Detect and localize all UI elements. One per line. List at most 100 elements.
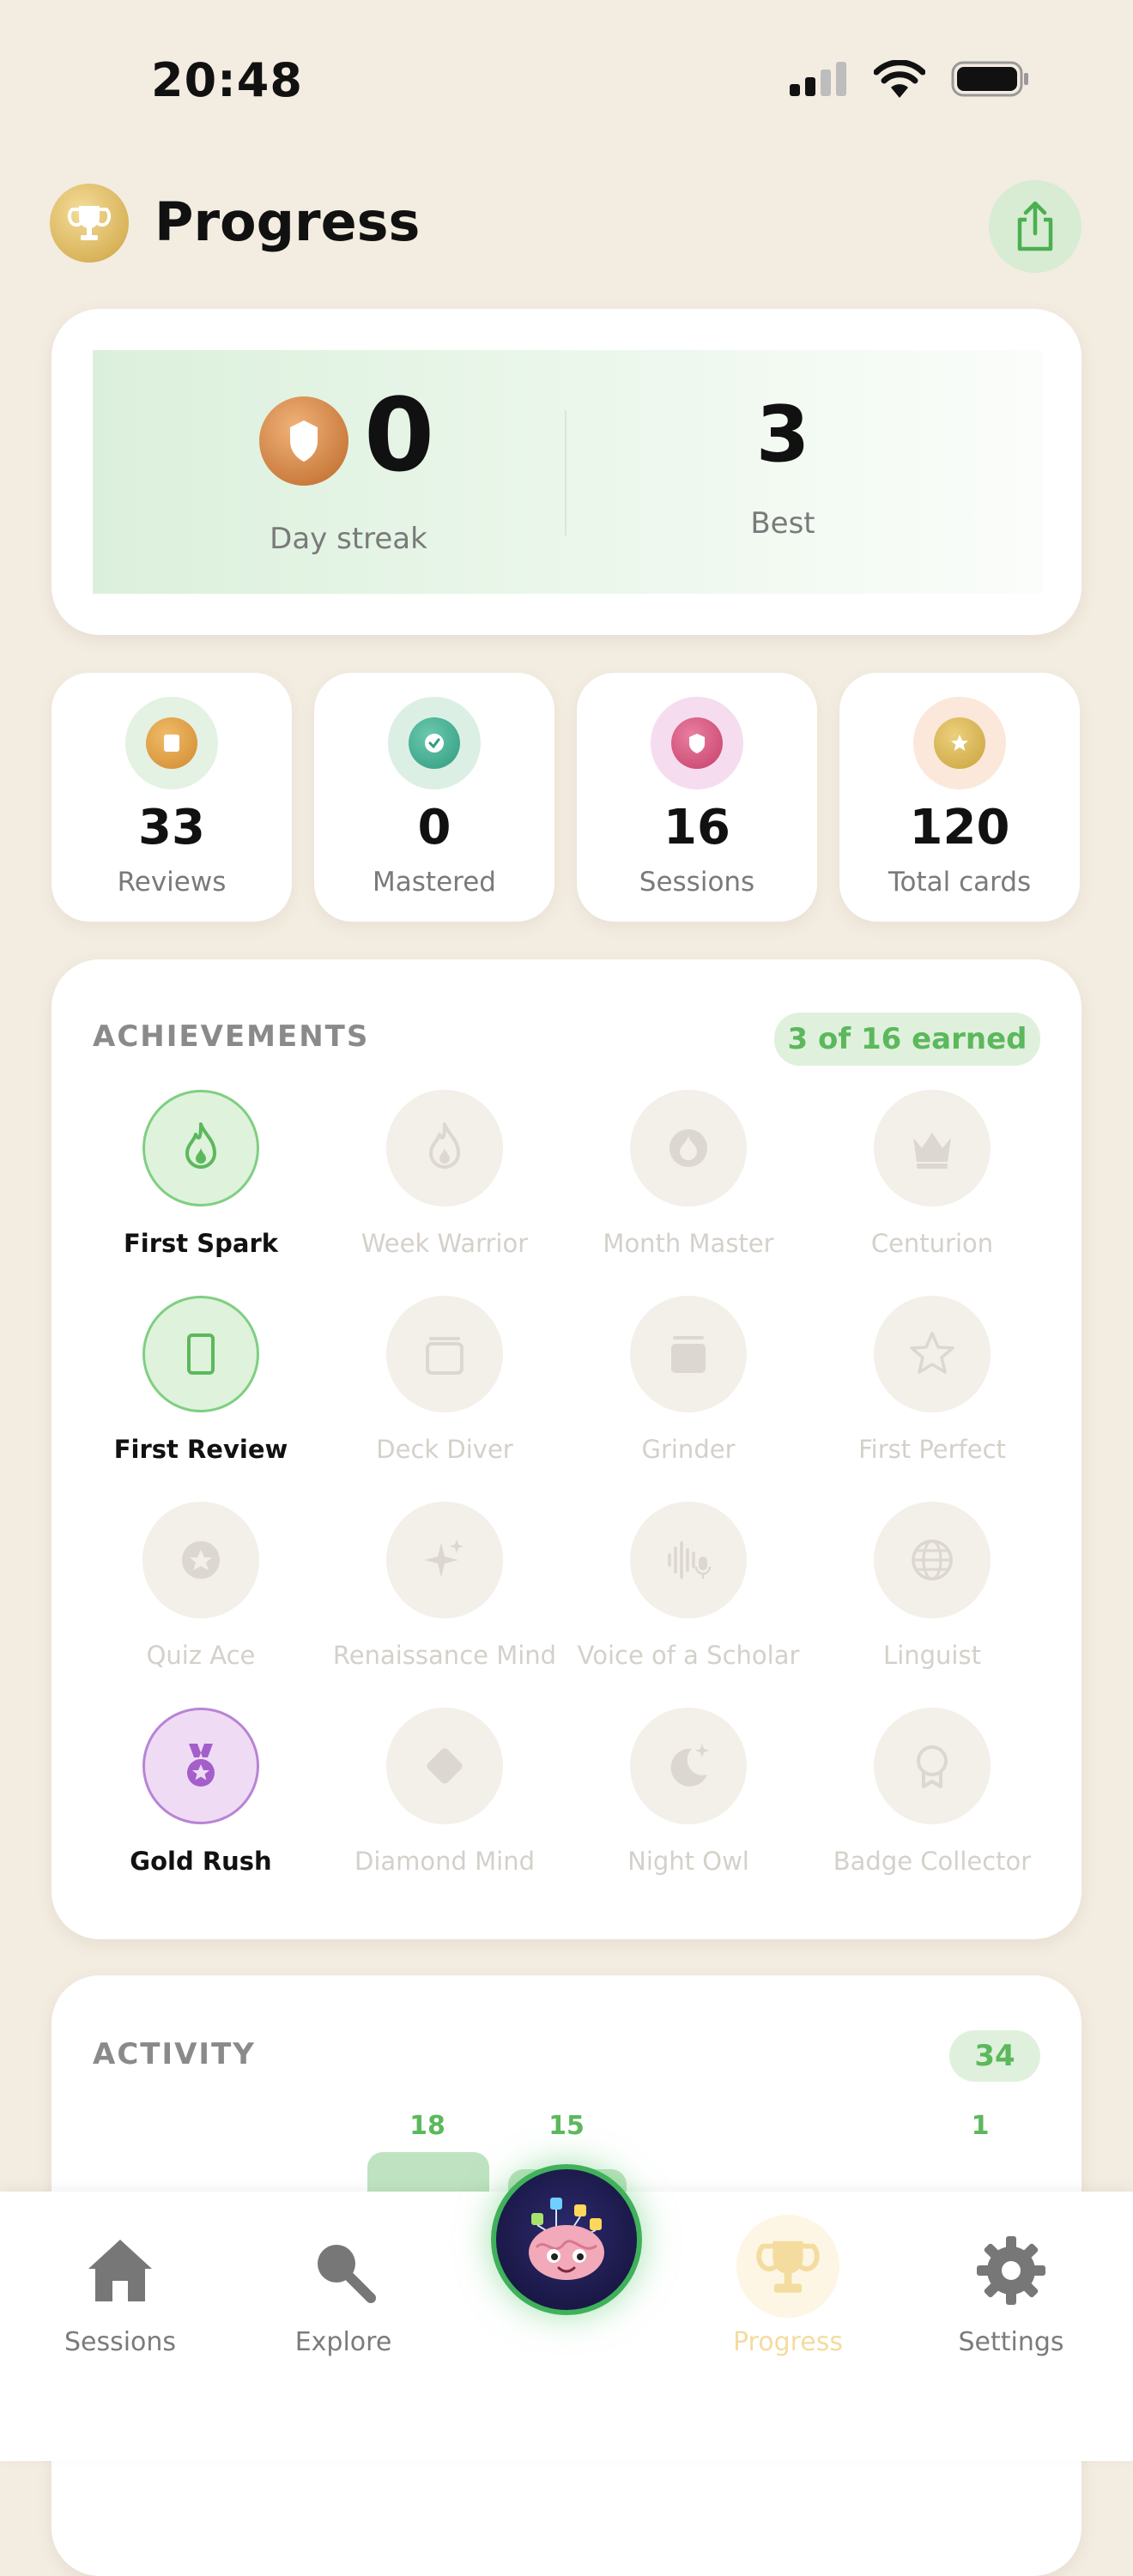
achievement-badge [142,1708,259,1824]
tab-explore[interactable]: Explore [249,2228,438,2357]
check-icon [409,717,460,769]
star-outline-icon [910,1332,954,1374]
achievement-name: First Perfect [858,1435,1006,1464]
achievement-deck-diver[interactable]: Deck Diver [323,1296,566,1467]
achievement-badge [142,1296,259,1412]
streak-panel [93,350,1042,594]
stat-label: Reviews [117,867,227,898]
header-trophy-icon [50,184,129,263]
center-brain-button[interactable] [491,2164,642,2315]
trophy-icon [756,2240,820,2293]
achievement-badge [142,1502,259,1618]
stat-label: Mastered [373,867,496,898]
card-icon [187,1333,215,1375]
achievement-first-spark[interactable]: First Spark [79,1090,323,1261]
battery-icon [951,61,1028,97]
achievement-name: Gold Rush [130,1847,272,1876]
share-icon [1017,201,1053,251]
achievement-week-warrior[interactable]: Week Warrior [323,1090,566,1261]
tab-label: Explore [294,2327,392,2357]
achievement-name: Night Owl [627,1847,749,1876]
tab-sessions[interactable]: Sessions [26,2228,215,2357]
stat-sessions: 16 Sessions [577,673,817,922]
achievement-month-master[interactable]: Month Master [566,1090,810,1261]
achievement-diamond-mind[interactable]: Diamond Mind [323,1708,566,1879]
achievement-name: Voice of a Scholar [577,1641,800,1670]
share-button[interactable] [989,180,1082,273]
star-icon [934,717,985,769]
achievement-quiz-ace[interactable]: Quiz Ace [79,1502,323,1673]
flame-badge-icon [670,1129,707,1167]
activity-title: ACTIVITY [93,2037,256,2071]
diamond-icon [427,1748,463,1784]
wifi-icon [874,60,925,98]
stat-mastered: 0 Mastered [314,673,554,922]
stat-label: Total cards [888,867,1032,898]
status-icons [790,60,1030,98]
achievement-badge [386,1502,503,1618]
flame-icon [185,1122,216,1169]
globe-icon [912,1539,953,1581]
achievement-gold-rush[interactable]: Gold Rush [79,1708,323,1879]
house-icon [88,2240,152,2301]
gear-icon [977,2236,1045,2305]
brain-mascot-icon [529,2198,604,2280]
stat-label: Sessions [639,867,755,898]
stat-value: 120 [909,800,1010,856]
page-title: Progress [154,190,421,253]
stat-value: 0 [417,800,451,856]
achievement-name: Renaissance Mind [332,1641,557,1670]
stat-total-cards: 120 Total cards [839,673,1080,922]
stack-icon [426,1337,464,1375]
star-circle-icon [182,1541,220,1579]
rosette-icon [917,1745,948,1788]
achievement-centurion[interactable]: Centurion [810,1090,1054,1261]
stat-value: 33 [138,800,205,856]
achievement-night-owl[interactable]: Night Owl [566,1708,810,1879]
tab-label: Settings [958,2327,1064,2357]
crown-icon [913,1133,951,1169]
stack-filled-icon [671,1336,706,1373]
streak-shield-icon [259,396,348,486]
achievement-renaissance-mind[interactable]: Renaissance Mind [323,1502,566,1673]
achievement-name: Month Master [603,1229,774,1258]
achievement-badge [874,1708,991,1824]
achievement-badge [386,1296,503,1412]
stat-value: 16 [663,800,730,856]
tab-label: Sessions [64,2327,177,2357]
achievement-badge [630,1502,747,1618]
tab-progress[interactable]: Progress [694,2215,882,2357]
achievement-first-review[interactable]: First Review [79,1296,323,1467]
waveform-mic-icon [668,1541,712,1579]
magnifier-icon [318,2245,376,2303]
achievement-voice-of-a-scholar[interactable]: Voice of a Scholar [566,1502,810,1673]
signal-icon [790,62,846,96]
achievement-first-perfect[interactable]: First Perfect [810,1296,1054,1467]
achievement-grinder[interactable]: Grinder [566,1296,810,1467]
bar-label: 1 [971,2111,990,2141]
achievement-linguist[interactable]: Linguist [810,1502,1054,1673]
sparkles-icon [424,1539,464,1577]
achievement-badge-collector[interactable]: Badge Collector [810,1708,1054,1879]
flame-icon [429,1122,460,1169]
streak-value: 0 [364,376,435,494]
achievement-badge [874,1296,991,1412]
achievement-badge [386,1708,503,1824]
streak-divider [565,410,566,535]
achievements-earned-badge: 3 of 16 earned [774,1013,1040,1066]
achievement-name: Quiz Ace [146,1641,256,1670]
medal-icon [187,1744,215,1787]
achievement-badge [874,1090,991,1206]
tab-settings[interactable]: Settings [917,2228,1106,2357]
best-label: Best [750,506,815,541]
achievement-badge [630,1296,747,1412]
achievement-badge [630,1090,747,1206]
achievement-name: Badge Collector [833,1847,1032,1876]
bar-label: 18 [409,2111,445,2141]
achievement-badge [630,1708,747,1824]
achievement-badge [142,1090,259,1206]
achievement-name: Centurion [870,1229,994,1258]
achievement-name: Linguist [883,1641,981,1670]
activity-total-badge: 34 [949,2030,1040,2082]
status-time: 20:48 [151,53,303,107]
